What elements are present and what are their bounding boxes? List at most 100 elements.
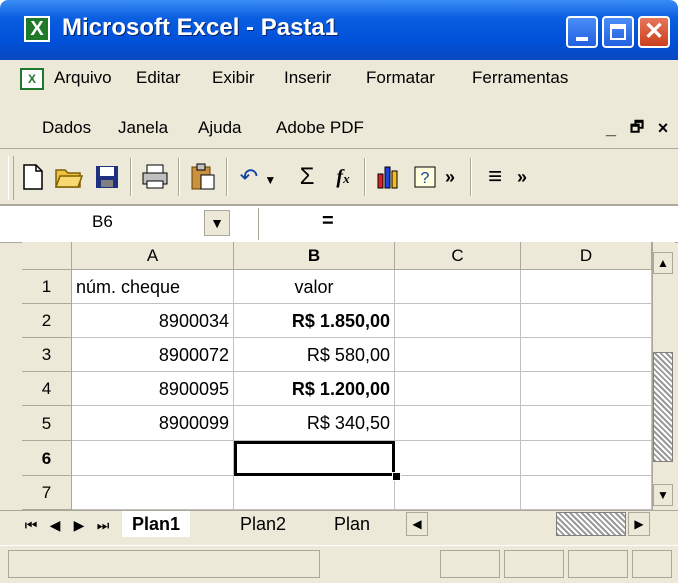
function-icon[interactable]: fx	[326, 158, 360, 196]
cell-d6[interactable]	[521, 441, 652, 476]
cell-c4[interactable]	[395, 372, 521, 406]
toolbar-grip[interactable]	[8, 156, 14, 200]
align-icon[interactable]: ≡	[478, 158, 512, 196]
status-panel-2	[504, 550, 564, 578]
toolbar-separator	[364, 158, 366, 196]
more-icon[interactable]: »	[438, 158, 462, 196]
maximize-icon	[610, 24, 626, 40]
print-icon[interactable]	[138, 158, 172, 196]
sheet-tab-plan3[interactable]: Plan	[328, 511, 376, 537]
save-icon[interactable]	[90, 158, 124, 196]
cell-b3[interactable]: R$ 580,00	[234, 338, 395, 372]
menu-inserir[interactable]: Inserir	[284, 68, 331, 88]
autosum-icon[interactable]: Σ	[290, 158, 324, 196]
cell-b7[interactable]	[234, 476, 395, 510]
cell-b2[interactable]: R$ 1.850,00	[234, 304, 395, 338]
cell-c2[interactable]	[395, 304, 521, 338]
row-header-4[interactable]: 4	[22, 372, 72, 406]
status-panel-4	[632, 550, 672, 578]
menu-ajuda[interactable]: Ajuda	[198, 118, 241, 138]
doc-restore-button[interactable]: 🗗	[626, 117, 648, 139]
paste-icon[interactable]	[186, 158, 220, 196]
column-header-d[interactable]: D	[521, 242, 652, 270]
status-panel-3	[568, 550, 628, 578]
row-header-3[interactable]: 3	[22, 338, 72, 372]
chart-wizard-icon[interactable]	[372, 158, 406, 196]
last-sheet-button[interactable]: ⏭	[92, 514, 114, 536]
cell-c3[interactable]	[395, 338, 521, 372]
cell-c7[interactable]	[395, 476, 521, 510]
cell-b4[interactable]: R$ 1.200,00	[234, 372, 395, 406]
cell-a1[interactable]: núm. cheque	[72, 270, 234, 304]
new-document-icon[interactable]	[16, 158, 50, 196]
maximize-button[interactable]	[602, 16, 634, 48]
more-icon-2[interactable]: »	[512, 158, 532, 196]
cell-b1[interactable]: valor	[234, 270, 395, 304]
menu-arquivo[interactable]: Arquivo	[54, 68, 112, 88]
close-icon: ✕	[643, 18, 665, 45]
cell-c6[interactable]	[395, 441, 521, 476]
horizontal-scroll-thumb[interactable]	[556, 512, 626, 536]
toolbar-separator	[226, 158, 228, 196]
scroll-right-button[interactable]: ▶	[628, 512, 650, 536]
cell-d3[interactable]	[521, 338, 652, 372]
column-header-b[interactable]: B	[234, 242, 395, 270]
scroll-down-button[interactable]: ▼	[653, 484, 673, 506]
excel-app-icon[interactable]: X	[24, 16, 50, 42]
menu-editar[interactable]: Editar	[136, 68, 180, 88]
workbook-icon[interactable]: X	[20, 68, 44, 90]
close-button[interactable]: ✕	[638, 16, 670, 48]
cell-c1[interactable]	[395, 270, 521, 304]
name-box-dropdown[interactable]: ▼	[204, 210, 230, 236]
toolbar-separator	[130, 158, 132, 196]
cell-a6[interactable]	[72, 441, 234, 476]
next-sheet-button[interactable]: ▶	[68, 514, 90, 536]
cell-d2[interactable]	[521, 304, 652, 338]
menu-ferramentas[interactable]: Ferramentas	[472, 68, 568, 88]
status-panel-main	[8, 550, 320, 578]
status-panel-1	[440, 550, 500, 578]
formula-equals[interactable]: =	[322, 210, 334, 233]
cell-a5[interactable]: 8900099	[72, 406, 234, 441]
cell-d5[interactable]	[521, 406, 652, 441]
row-header-2[interactable]: 2	[22, 304, 72, 338]
scroll-up-button[interactable]: ▲	[653, 252, 673, 274]
doc-close-button[interactable]: ×	[652, 117, 674, 139]
minimize-button[interactable]	[566, 16, 598, 48]
sheet-tab-plan2[interactable]: Plan2	[232, 511, 294, 537]
cell-a7[interactable]	[72, 476, 234, 510]
column-header-a[interactable]: A	[72, 242, 234, 270]
row-header-1[interactable]: 1	[22, 270, 72, 304]
menu-adobe-pdf[interactable]: Adobe PDF	[276, 118, 364, 138]
cell-d7[interactable]	[521, 476, 652, 510]
menu-dados[interactable]: Dados	[42, 118, 91, 138]
name-box-value: B6	[92, 212, 113, 231]
prev-sheet-button[interactable]: ◀	[44, 514, 66, 536]
cell-d4[interactable]	[521, 372, 652, 406]
active-cell-border	[234, 441, 395, 476]
undo-icon[interactable]: ↶ ▼	[232, 158, 284, 196]
menu-exibir[interactable]: Exibir	[212, 68, 255, 88]
cell-a2[interactable]: 8900034	[72, 304, 234, 338]
vertical-scroll-thumb[interactable]	[653, 352, 673, 462]
fill-handle[interactable]	[392, 472, 401, 481]
select-all-corner[interactable]	[22, 242, 72, 270]
row-header-5[interactable]: 5	[22, 406, 72, 441]
sheet-tab-plan1[interactable]: Plan1	[122, 511, 191, 537]
cell-b5[interactable]: R$ 340,50	[234, 406, 395, 441]
cell-c5[interactable]	[395, 406, 521, 441]
doc-minimize-button[interactable]: _	[600, 117, 622, 139]
column-header-c[interactable]: C	[395, 242, 521, 270]
cell-d1[interactable]	[521, 270, 652, 304]
scroll-left-button[interactable]: ◀	[406, 512, 428, 536]
open-folder-icon[interactable]	[52, 158, 86, 196]
cell-a3[interactable]: 8900072	[72, 338, 234, 372]
help-icon[interactable]: ?	[408, 158, 442, 196]
cell-a4[interactable]: 8900095	[72, 372, 234, 406]
menu-formatar[interactable]: Formatar	[366, 68, 435, 88]
first-sheet-button[interactable]: ⏮	[20, 514, 42, 536]
row-header-7[interactable]: 7	[22, 476, 72, 510]
toolbar-separator	[178, 158, 180, 196]
menu-janela[interactable]: Janela	[118, 118, 168, 138]
row-header-6[interactable]: 6	[22, 441, 72, 476]
